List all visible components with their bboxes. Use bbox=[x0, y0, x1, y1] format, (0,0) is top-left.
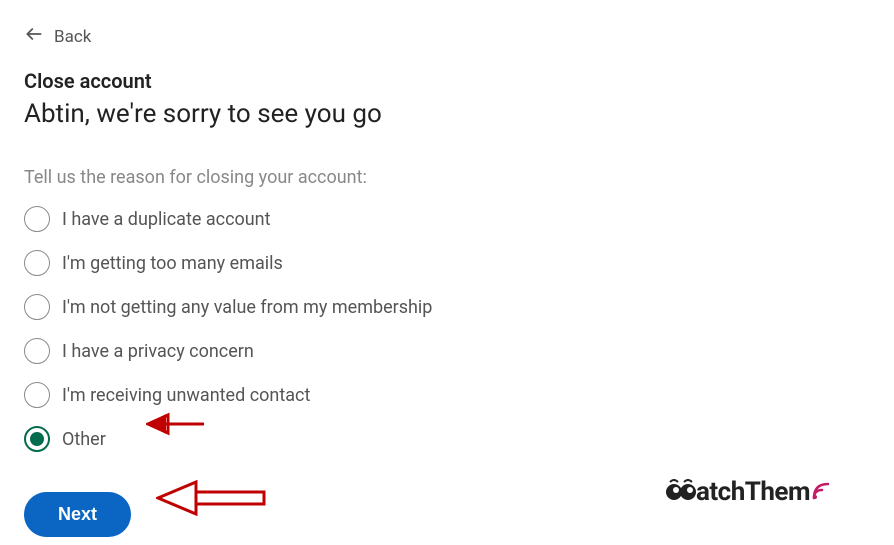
back-button[interactable]: Back bbox=[24, 24, 91, 49]
reason-option-duplicate[interactable]: I have a duplicate account bbox=[24, 206, 894, 232]
watermark-logo: atchThem bbox=[664, 477, 834, 507]
reason-option-privacy[interactable]: I have a privacy concern bbox=[24, 338, 894, 364]
reason-option-label: I'm getting too many emails bbox=[62, 253, 283, 274]
reason-option-label: I have a privacy concern bbox=[62, 341, 254, 362]
reason-option-label: I'm receiving unwanted contact bbox=[62, 385, 310, 406]
reason-option-label: I have a duplicate account bbox=[62, 209, 271, 230]
radio-icon bbox=[24, 294, 50, 320]
reason-option-emails[interactable]: I'm getting too many emails bbox=[24, 250, 894, 276]
eyes-icon bbox=[664, 479, 698, 505]
next-button[interactable]: Next bbox=[24, 492, 131, 537]
watermark-text: atchThem bbox=[696, 477, 810, 507]
sorry-title: Abtin, we're sorry to see you go bbox=[24, 99, 894, 129]
header-section: Close account Abtin, we're sorry to see … bbox=[24, 69, 894, 129]
reason-option-label: Other bbox=[62, 429, 106, 450]
reason-options: I have a duplicate account I'm getting t… bbox=[24, 206, 894, 452]
reason-option-label: I'm not getting any value from my member… bbox=[62, 297, 432, 318]
close-account-title: Close account bbox=[24, 69, 894, 93]
reason-option-value[interactable]: I'm not getting any value from my member… bbox=[24, 294, 894, 320]
annotation-arrow-icon bbox=[156, 480, 266, 516]
radio-icon bbox=[24, 338, 50, 364]
radio-icon bbox=[24, 426, 50, 452]
reason-option-other[interactable]: Other bbox=[24, 426, 894, 452]
reason-prompt: Tell us the reason for closing your acco… bbox=[24, 167, 894, 188]
radio-icon bbox=[24, 250, 50, 276]
arrow-left-icon bbox=[24, 24, 44, 49]
reason-option-unwanted[interactable]: I'm receiving unwanted contact bbox=[24, 382, 894, 408]
signal-icon bbox=[812, 480, 834, 505]
next-button-label: Next bbox=[58, 504, 97, 524]
radio-icon bbox=[24, 382, 50, 408]
back-label: Back bbox=[54, 27, 91, 47]
radio-icon bbox=[24, 206, 50, 232]
